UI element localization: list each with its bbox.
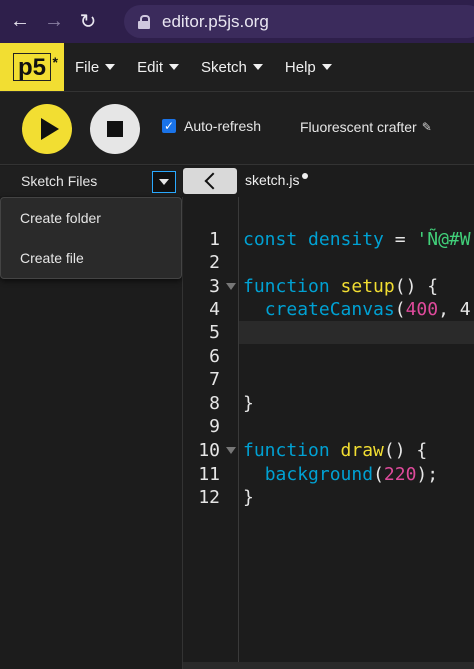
code-token: ( [373, 464, 384, 485]
menu-sketch[interactable]: Sketch [201, 59, 263, 76]
stop-icon [107, 121, 123, 137]
sketch-files-header: Sketch Files [0, 166, 182, 196]
line-number: 9 [209, 416, 220, 437]
fold-arrow-icon[interactable] [226, 447, 236, 454]
autorefresh-label: Auto-refresh [184, 118, 262, 134]
code-token: ); [416, 464, 439, 485]
sketch-files-label: Sketch Files [21, 173, 98, 189]
play-icon [40, 118, 59, 140]
code-line-1: const density = 'Ñ@#W [243, 229, 471, 250]
stop-button[interactable] [90, 104, 140, 154]
autorefresh-toggle[interactable]: ✓ Auto-refresh [162, 118, 261, 134]
line-number: 10 [198, 440, 220, 461]
code-line-3: function setup() { [243, 276, 438, 297]
code-token: , 4 [438, 299, 471, 320]
browser-toolbar: ← → ↻ editor.p5js.org [0, 0, 474, 43]
sketch-files-dropdown: Create folder Create file [0, 197, 182, 279]
code-token: setup [340, 276, 395, 297]
code-line-8: } [243, 393, 254, 414]
file-tab-label: sketch.js [245, 172, 300, 188]
menu-file-label: File [75, 58, 100, 76]
line-number: 11 [198, 464, 220, 485]
code-line-11: background(220); [243, 464, 438, 485]
sketch-name-text: Fluorescent crafter [300, 119, 417, 135]
code-token: background [264, 464, 374, 485]
pencil-icon[interactable]: ✎ [422, 120, 432, 134]
code-token: 220 [383, 464, 417, 485]
code-token: = [383, 229, 417, 250]
menu-file[interactable]: File [75, 58, 116, 76]
chevron-left-icon [204, 172, 221, 190]
chevron-down-icon [321, 64, 332, 70]
address-bar[interactable]: editor.p5js.org [124, 5, 474, 38]
collapse-sidebar-button[interactable] [183, 168, 237, 194]
menu-help-label: Help [284, 58, 316, 76]
create-folder-item[interactable]: Create folder [20, 210, 101, 226]
lock-icon [138, 14, 150, 29]
code-token: const [243, 229, 298, 250]
file-tab[interactable]: sketch.js [245, 172, 309, 188]
play-button[interactable] [22, 104, 72, 154]
code-token: () { [394, 276, 439, 297]
code-token: 400 [405, 299, 439, 320]
url-text: editor.p5js.org [162, 11, 269, 31]
code-token: } [243, 393, 254, 414]
back-arrow-icon[interactable]: ← [6, 8, 34, 36]
p5-logo[interactable]: p5 * [0, 43, 64, 91]
console-bar[interactable] [183, 662, 474, 669]
menu-help[interactable]: Help [285, 59, 332, 76]
unsaved-indicator [302, 173, 309, 179]
chevron-down-icon [252, 64, 263, 70]
code-token: draw [340, 440, 384, 461]
chevron-down-icon [169, 64, 180, 70]
code-token: } [243, 487, 254, 508]
code-token: createCanvas [264, 299, 395, 320]
chevron-down-icon [159, 179, 169, 185]
line-number: 1 [209, 229, 220, 250]
sketch-toolbar: ✓ Auto-refresh Fluorescent crafter ✎ [0, 92, 474, 165]
code-token: 'Ñ@#W [416, 229, 471, 250]
line-number: 5 [209, 322, 220, 343]
forward-arrow-icon[interactable]: → [40, 8, 68, 36]
line-number: 12 [198, 487, 220, 508]
sketch-name[interactable]: Fluorescent crafter ✎ [300, 119, 432, 135]
app-nav: p5 * File Edit Sketch Help [0, 43, 474, 92]
line-number: 7 [209, 369, 220, 390]
chevron-down-icon [105, 64, 116, 70]
line-number: 2 [209, 252, 220, 273]
code-token: density [308, 229, 384, 250]
code-token: ( [394, 299, 406, 320]
menu-bar: File Edit Sketch Help [75, 43, 354, 91]
code-token: function [243, 440, 330, 461]
logo-mark: * [52, 54, 58, 70]
create-file-item[interactable]: Create file [20, 250, 84, 266]
code-token: function [243, 276, 330, 297]
reload-icon[interactable]: ↻ [74, 8, 102, 36]
code-line-10: function draw() { [243, 440, 427, 461]
sketch-files-menu-button[interactable] [152, 171, 176, 193]
menu-edit-label: Edit [137, 58, 164, 76]
line-number: 6 [209, 346, 220, 367]
line-number: 4 [209, 299, 220, 320]
autorefresh-checkbox[interactable]: ✓ [162, 119, 176, 133]
logo-text: p5 [17, 54, 46, 81]
menu-edit[interactable]: Edit [137, 58, 180, 76]
fold-arrow-icon[interactable] [226, 283, 236, 290]
menu-sketch-label: Sketch [201, 58, 247, 76]
line-number: 8 [209, 393, 220, 414]
code-line-4: createCanvas(400, 4 [243, 299, 471, 320]
code-line-12: } [243, 487, 254, 508]
line-number: 3 [209, 276, 220, 297]
code-token: () { [383, 440, 428, 461]
